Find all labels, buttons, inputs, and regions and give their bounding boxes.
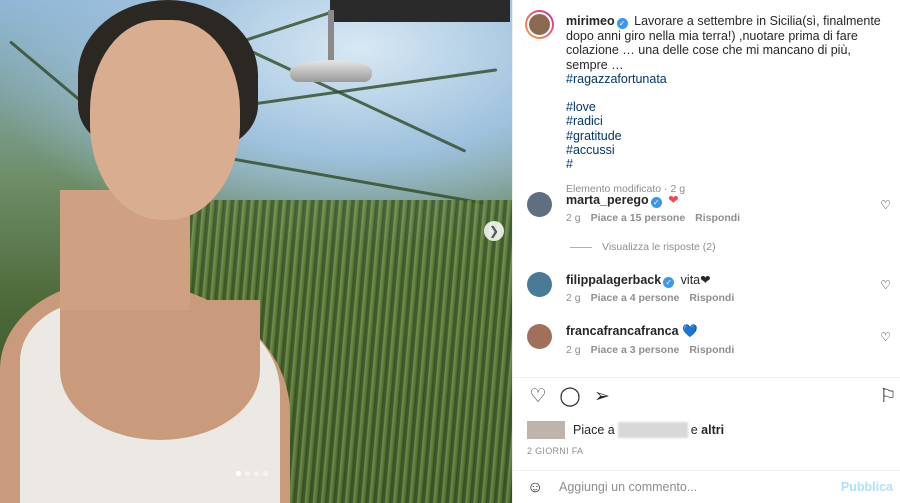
emoji-icon[interactable]: ☺ xyxy=(527,479,543,497)
comment-meta: 2 g Piace a 3 persone Rispondi xyxy=(566,344,734,356)
shower-head xyxy=(290,60,372,82)
person xyxy=(0,0,300,503)
reply-button[interactable]: Rispondi xyxy=(689,292,734,304)
comment-meta: 2 g Piace a 4 persone Rispondi xyxy=(566,292,734,304)
bookmark-icon[interactable]: ⚐ xyxy=(877,386,899,408)
comment-item: francafrancafranca 💙 2 g Piace a 3 perso… xyxy=(525,322,900,382)
divider xyxy=(513,377,900,378)
comment-likes[interactable]: Piace a 4 persone xyxy=(591,292,680,304)
comment-time: 2 g xyxy=(566,292,581,304)
liker-avatar[interactable] xyxy=(527,421,565,439)
comment-username[interactable]: marta_perego xyxy=(566,193,649,207)
comment-text: filippalagerback ✓ vita❤ xyxy=(566,272,711,288)
carousel-dot xyxy=(236,471,241,476)
hashtag-link[interactable]: #radici xyxy=(566,114,896,128)
verified-icon: ✓ xyxy=(616,18,628,29)
comment-text: marta_perego ✓ ❤ xyxy=(566,192,679,208)
reply-button[interactable]: Rispondi xyxy=(689,344,734,356)
hashtag-link[interactable]: # xyxy=(566,157,896,171)
likes-others-link[interactable]: altri xyxy=(701,423,724,437)
comment-likes[interactable]: Piace a 15 persone xyxy=(591,212,686,224)
post-timestamp: 2 GIORNI FA xyxy=(527,446,584,456)
likes-prefix: Piace a xyxy=(573,423,615,437)
comment-icon[interactable]: ◯ xyxy=(559,386,581,408)
heart-icon[interactable]: ♡ xyxy=(527,386,549,408)
add-comment-row: ☺ Pubblica xyxy=(513,471,900,503)
carousel-next-button[interactable]: ❯ xyxy=(484,221,504,241)
avatar-image xyxy=(527,12,552,37)
reply-button[interactable]: Rispondi xyxy=(695,212,740,224)
comment-username[interactable]: francafrancafranca xyxy=(566,324,679,338)
carousel-dots xyxy=(236,471,268,476)
comment-meta: 2 g Piace a 15 persone Rispondi xyxy=(566,212,740,224)
comment-likes[interactable]: Piace a 3 persone xyxy=(591,344,680,356)
hashtag-list: #love #radici #gratitude #accussi # xyxy=(566,100,896,171)
publish-button[interactable]: Pubblica xyxy=(841,480,893,494)
author-username[interactable]: mirimeo xyxy=(566,14,615,28)
author-avatar[interactable] xyxy=(525,10,554,39)
comment-text: francafrancafranca 💙 xyxy=(566,324,698,339)
blurred-username xyxy=(617,422,688,438)
post-panel: mirimeo ✓ Lavorare a settembre in Sicilia… xyxy=(512,0,900,503)
comment-body: vita❤ xyxy=(680,273,711,287)
heart-icon[interactable]: ♡ xyxy=(880,278,891,292)
neckline xyxy=(60,300,260,440)
likes-middle: e xyxy=(690,423,698,437)
face xyxy=(90,20,240,220)
carousel-dot xyxy=(254,471,259,476)
hashtag-link[interactable]: #accussi xyxy=(566,143,896,157)
avatar[interactable] xyxy=(527,324,552,349)
heart-icon[interactable]: ♡ xyxy=(880,198,891,212)
verified-icon: ✓ xyxy=(663,277,675,288)
view-replies[interactable]: Visualizza le risposte (2) xyxy=(570,241,716,253)
comment-time: 2 g xyxy=(566,344,581,356)
heart-icon[interactable]: ♡ xyxy=(880,330,891,344)
caption-text: mirimeo ✓ Lavorare a settembre in Sicilia… xyxy=(566,14,896,196)
comment-body: ❤ xyxy=(668,193,679,207)
verified-icon: ✓ xyxy=(650,197,662,208)
post-photo[interactable]: ❯ xyxy=(0,0,512,503)
shower-arm xyxy=(330,0,510,22)
avatar[interactable] xyxy=(527,272,552,297)
hashtag-link[interactable]: #love xyxy=(566,100,896,114)
comment-time: 2 g xyxy=(566,212,581,224)
comment-body: 💙 xyxy=(682,324,698,338)
view-replies-label: Visualizza le risposte (2) xyxy=(602,241,716,253)
carousel-dot xyxy=(245,471,250,476)
hashtag-link[interactable]: #ragazzafortunata xyxy=(566,72,667,86)
replies-line xyxy=(570,246,592,248)
send-icon[interactable]: ➢ xyxy=(591,386,613,408)
comment-input[interactable] xyxy=(559,478,839,496)
chevron-right-icon: ❯ xyxy=(488,224,500,238)
comment-item: filippalagerback ✓ vita❤ 2 g Piace a 4 pe… xyxy=(525,270,900,330)
likes-summary: Piace a e altri xyxy=(527,420,724,440)
comment-username[interactable]: filippalagerback xyxy=(566,273,661,287)
action-bar: ♡ ◯ ➢ ⚐ xyxy=(527,386,896,410)
carousel-dot xyxy=(263,471,268,476)
hashtag-link[interactable]: #gratitude xyxy=(566,129,896,143)
avatar[interactable] xyxy=(527,192,552,217)
